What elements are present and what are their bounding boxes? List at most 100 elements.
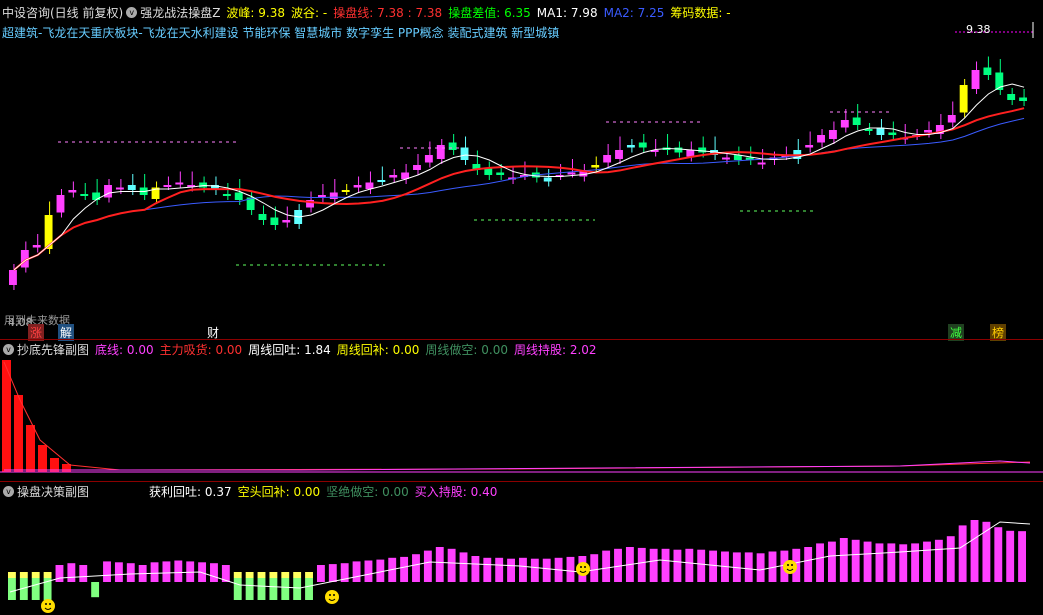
- panel2-circle-icon[interactable]: v: [3, 343, 14, 355]
- candle-body: [436, 145, 445, 159]
- p3-bar-yellow: [8, 572, 16, 578]
- p3-bar: [673, 549, 682, 582]
- smiley-icon: [783, 560, 797, 574]
- p3-bar-yellow: [257, 572, 266, 578]
- panel2-item-1: 主力吸货: 0.00: [160, 343, 243, 357]
- candle-body: [115, 187, 124, 190]
- p3-bar: [459, 552, 468, 582]
- candle-body: [389, 175, 398, 178]
- p3-bar-neg: [31, 578, 40, 600]
- p3-bar-yellow: [281, 572, 290, 578]
- panel3-header: v 操盘决策副图 获利回吐: 0.37 空头回补: 0.00 坚绝做空: 0.00 买…: [0, 481, 1043, 501]
- candle-body: [9, 270, 17, 285]
- panel2-value-2: 1.84: [300, 342, 331, 357]
- p3-bar: [958, 525, 967, 582]
- p3-bar: [352, 561, 361, 582]
- p3-bar-neg: [257, 578, 266, 600]
- p3-bar-yellow: [245, 572, 254, 578]
- panel3-circle-icon[interactable]: v: [3, 485, 14, 497]
- candle-body: [959, 85, 968, 113]
- candle-body: [234, 192, 243, 200]
- candle-body: [92, 192, 101, 200]
- panel3-label-3: 买入持股:: [414, 484, 467, 499]
- candle-body: [626, 145, 635, 148]
- ma2-line: [13, 117, 1025, 271]
- candle-body: [175, 182, 184, 185]
- panel3-value-2: 0.00: [378, 484, 409, 499]
- candle-body: [222, 194, 231, 196]
- p3-bar-neg: [281, 578, 290, 600]
- p3-bar: [649, 548, 658, 582]
- panel2-item-4: 周线做空: 0.00: [425, 343, 508, 357]
- candle-body: [68, 190, 77, 193]
- p3-bar: [447, 548, 456, 582]
- panel3-item-3: 买入持股: 0.40: [415, 485, 498, 499]
- smiley-eye: [791, 564, 793, 566]
- p3-bar: [827, 541, 836, 582]
- candle-body: [80, 194, 89, 196]
- candle-body: [270, 217, 279, 225]
- p3-bar: [519, 557, 527, 582]
- p3-bar: [1018, 531, 1026, 582]
- p3-bar: [435, 547, 444, 582]
- p3-bar-yellow: [31, 572, 40, 578]
- p3-bar: [210, 563, 218, 582]
- panel3-label-1: 空头回补:: [237, 484, 290, 499]
- smiley-eye: [45, 603, 47, 605]
- smiley-icon: [576, 562, 590, 576]
- p3-bar-neg: [245, 578, 254, 600]
- p3-bar-neg: [305, 578, 313, 600]
- candle-body: [32, 245, 41, 248]
- candle-body: [341, 190, 350, 192]
- candle-body: [1019, 97, 1027, 101]
- price-high-label: 9.38: [966, 23, 991, 36]
- p3-bar: [970, 520, 979, 582]
- panel2-label-1: 主力吸货:: [159, 342, 212, 357]
- candle-body: [377, 180, 386, 182]
- p3-bar: [697, 549, 706, 582]
- smiley-eye: [49, 603, 51, 605]
- panel2-item-0: 底线: 0.00: [95, 343, 154, 357]
- p3-bar-yellow: [269, 572, 278, 578]
- p2-bar: [26, 425, 35, 472]
- panel3-value-3: 0.40: [466, 484, 498, 499]
- p3-bar: [661, 548, 670, 582]
- p2-bar: [38, 445, 47, 472]
- p3-bar: [709, 550, 718, 582]
- p2-bar: [2, 360, 11, 472]
- p2-magenta-line: [4, 460, 1031, 471]
- panel2-item-5: 周线持股: 2.02: [514, 343, 597, 357]
- chart-canvas: [0, 22, 1043, 613]
- stock-chart-window: { "header": { "app_title": "中设咨询(日线 前复权)…: [0, 0, 1043, 615]
- p3-bar: [602, 550, 611, 582]
- candle-body: [947, 115, 956, 123]
- p3-bar: [756, 553, 765, 582]
- p3-bar: [637, 547, 646, 582]
- p3-bar-neg: [293, 578, 302, 600]
- panel3-values: 获利回吐: 0.37 空头回补: 0.00 坚绝做空: 0.00 买入持股: 0.40: [149, 483, 503, 500]
- p3-bar: [471, 556, 480, 582]
- p3-bar-neg: [233, 578, 242, 600]
- p3-bar: [79, 565, 88, 582]
- candle-body: [329, 192, 338, 199]
- candle-body: [199, 182, 208, 188]
- p3-bar: [328, 564, 337, 582]
- smiley-eye: [787, 564, 789, 566]
- p3-bar: [316, 565, 325, 582]
- candle-body: [104, 185, 112, 198]
- p3-bar: [530, 558, 539, 582]
- panel2-value-5: 2.02: [566, 342, 597, 357]
- panel2-item-3: 周线回补: 0.00: [337, 343, 420, 357]
- p3-bar: [423, 550, 432, 582]
- p3-bar: [174, 560, 183, 582]
- p3-bar: [851, 539, 860, 582]
- panel2-header: v 抄底先锋副图 底线: 0.00 主力吸货: 0.00 周线回吐: 1.84 周线回…: [0, 339, 1043, 359]
- p3-bar: [1006, 530, 1015, 582]
- candle-body: [757, 162, 766, 165]
- candle-body: [543, 177, 552, 182]
- p3-bar: [400, 556, 409, 582]
- candle-body: [258, 214, 267, 220]
- candle-body: [424, 155, 433, 163]
- p3-bar-yellow: [19, 572, 28, 578]
- p2-bar: [14, 395, 23, 472]
